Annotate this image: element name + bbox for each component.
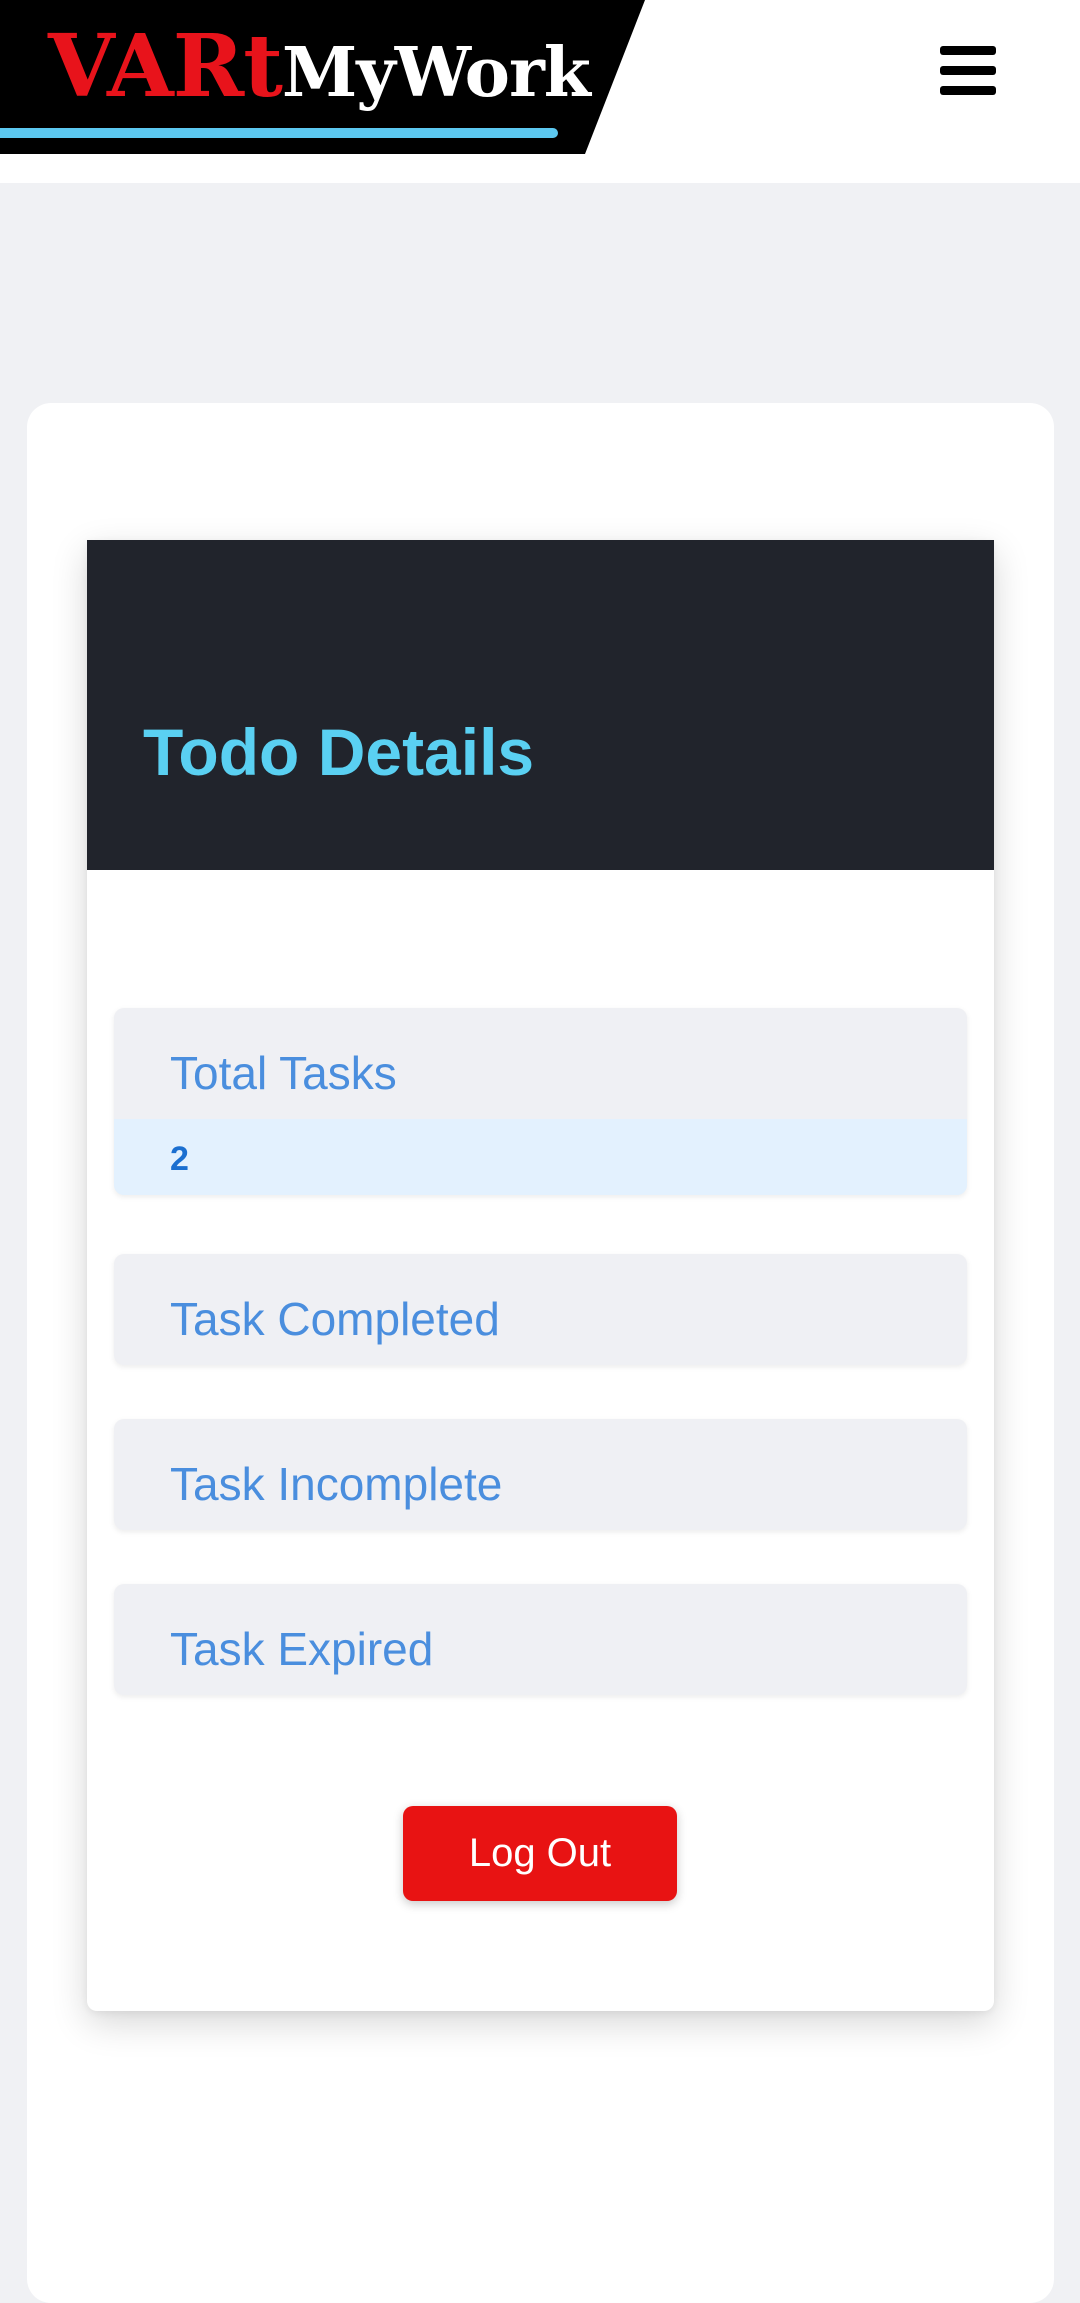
logo-text: VARtMyWork — [48, 24, 591, 113]
stat-task-expired: Task Expired — [114, 1584, 967, 1695]
stat-label-task-expired: Task Expired — [170, 1623, 434, 1675]
logo-text-vart: VARt — [48, 16, 283, 117]
logo[interactable]: VARtMyWork — [0, 0, 645, 154]
page-title: Todo Details — [143, 715, 535, 789]
menu-bar-middle — [940, 66, 996, 75]
menu-bar-top — [940, 46, 996, 55]
stat-label-total-tasks: Total Tasks — [170, 1047, 397, 1099]
card-header: Todo Details — [87, 540, 994, 870]
stat-label-task-completed: Task Completed — [170, 1293, 500, 1345]
stat-label-task-incomplete: Task Incomplete — [170, 1458, 503, 1510]
stat-task-incomplete: Task Incomplete — [114, 1419, 967, 1530]
todo-details-card: Todo Details Total Tasks 2 Task Complete… — [87, 540, 994, 2011]
app-header: VARtMyWork — [0, 0, 1080, 183]
logo-underline — [0, 128, 558, 138]
stat-value-total-tasks: 2 — [170, 1140, 189, 1178]
logout-button[interactable]: Log Out — [403, 1806, 677, 1901]
stat-value-row: 2 — [114, 1119, 967, 1195]
hamburger-menu-icon[interactable] — [936, 42, 1000, 102]
logo-text-mywork: MyWork — [281, 33, 591, 113]
menu-bar-bottom — [940, 86, 996, 95]
stat-total-tasks: Total Tasks 2 — [114, 1008, 967, 1195]
stat-task-completed: Task Completed — [114, 1254, 967, 1365]
